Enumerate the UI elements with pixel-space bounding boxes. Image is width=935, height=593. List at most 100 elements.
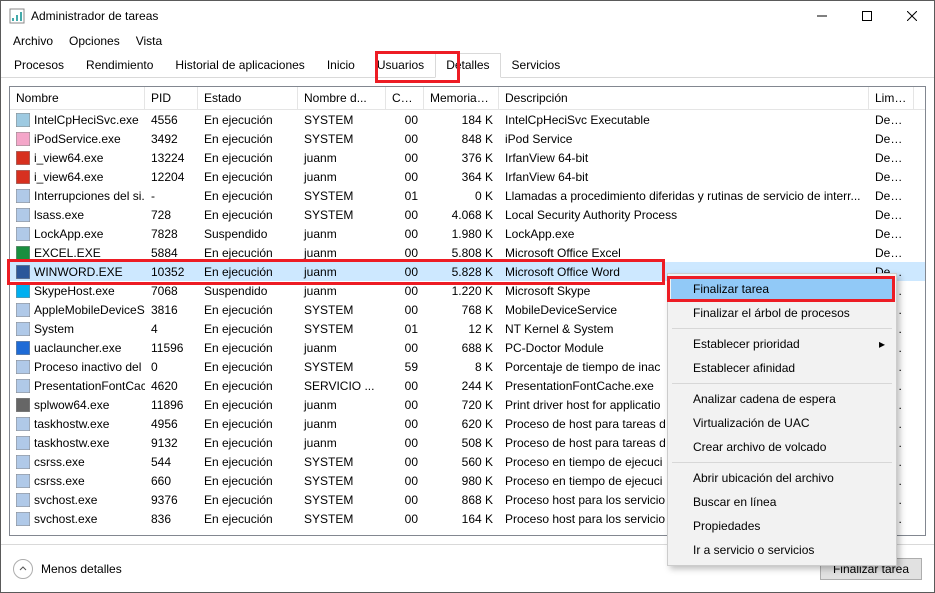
context-menu: Finalizar tareaFinalizar el árbol de pro… — [667, 273, 897, 566]
cell-pid: 11896 — [145, 397, 198, 413]
window-title: Administrador de tareas — [31, 9, 158, 23]
cell-mem: 720 K — [424, 397, 499, 413]
cell-state: En ejecución — [198, 131, 298, 147]
context-menu-item[interactable]: Analizar cadena de espera — [671, 387, 893, 411]
cell-state: En ejecución — [198, 340, 298, 356]
cell-pid: 10352 — [145, 264, 198, 280]
cell-mem: 4.068 K — [424, 207, 499, 223]
cell-pid: 7828 — [145, 226, 198, 242]
cell-name: System — [10, 321, 145, 337]
tab-usuarios[interactable]: Usuarios — [366, 53, 435, 77]
table-row[interactable]: i_view64.exe12204En ejecuciónjuanm00364 … — [10, 167, 925, 186]
cell-mem: 848 K — [424, 131, 499, 147]
cell-mem: 244 K — [424, 378, 499, 394]
cell-cpu: 00 — [386, 511, 424, 527]
table-row[interactable]: iPodService.exe3492En ejecuciónSYSTEM008… — [10, 129, 925, 148]
cell-cpu: 00 — [386, 226, 424, 242]
col-descripcion[interactable]: Descripción — [499, 87, 869, 109]
col-usuario[interactable]: Nombre d... — [298, 87, 386, 109]
maximize-button[interactable] — [844, 1, 889, 31]
context-menu-item[interactable]: Establecer afinidad — [671, 356, 893, 380]
tab-servicios[interactable]: Servicios — [501, 53, 572, 77]
cell-state: En ejecución — [198, 378, 298, 394]
cell-cpu: 00 — [386, 492, 424, 508]
menu-archivo[interactable]: Archivo — [5, 32, 61, 50]
cell-pid: 7068 — [145, 283, 198, 299]
cell-mem: 620 K — [424, 416, 499, 432]
fewer-details[interactable]: Menos detalles — [13, 559, 122, 579]
table-row[interactable]: IntelCpHeciSvc.exe4556En ejecuciónSYSTEM… — [10, 110, 925, 129]
cell-lim: Deshabi — [869, 131, 914, 147]
context-menu-item[interactable]: Buscar en línea — [671, 490, 893, 514]
col-limitacion[interactable]: Limitaci — [869, 87, 914, 109]
tabbar: Procesos Rendimiento Historial de aplica… — [1, 53, 934, 78]
cell-mem: 980 K — [424, 473, 499, 489]
cell-desc: Local Security Authority Process — [499, 207, 869, 223]
minimize-button[interactable] — [799, 1, 844, 31]
cell-pid: 4 — [145, 321, 198, 337]
tab-rendimiento[interactable]: Rendimiento — [75, 53, 164, 77]
cell-pid: 728 — [145, 207, 198, 223]
menubar: Archivo Opciones Vista — [1, 31, 934, 51]
cell-state: En ejecución — [198, 264, 298, 280]
cell-state: En ejecución — [198, 112, 298, 128]
cell-pid: 3492 — [145, 131, 198, 147]
cell-state: En ejecución — [198, 473, 298, 489]
tab-detalles[interactable]: Detalles — [435, 53, 500, 78]
column-headers: Nombre PID Estado Nombre d... CPU Memori… — [10, 87, 925, 110]
cell-name: WINWORD.EXE — [10, 264, 145, 280]
menu-vista[interactable]: Vista — [128, 32, 170, 50]
context-menu-item[interactable]: Propiedades — [671, 514, 893, 538]
col-estado[interactable]: Estado — [198, 87, 298, 109]
cell-pid: 544 — [145, 454, 198, 470]
cell-user: SYSTEM — [298, 511, 386, 527]
cell-desc: LockApp.exe — [499, 226, 869, 242]
context-menu-item[interactable]: Establecer prioridad▸ — [671, 332, 893, 356]
tab-historial[interactable]: Historial de aplicaciones — [164, 53, 315, 77]
table-row[interactable]: Interrupciones del si...-En ejecuciónSYS… — [10, 186, 925, 205]
cell-user: juanm — [298, 435, 386, 451]
table-row[interactable]: EXCEL.EXE5884En ejecuciónjuanm005.808 KM… — [10, 243, 925, 262]
cell-state: En ejecución — [198, 207, 298, 223]
tab-procesos[interactable]: Procesos — [3, 53, 75, 77]
tab-inicio[interactable]: Inicio — [316, 53, 366, 77]
col-nombre[interactable]: Nombre — [10, 87, 145, 109]
cell-lim: Deshabi — [869, 226, 914, 242]
cell-mem: 560 K — [424, 454, 499, 470]
col-memoria[interactable]: Memoria (... — [424, 87, 499, 109]
cell-mem: 508 K — [424, 435, 499, 451]
cell-state: En ejecución — [198, 397, 298, 413]
cell-state: Suspendido — [198, 283, 298, 299]
context-menu-item[interactable]: Crear archivo de volcado — [671, 435, 893, 459]
col-cpu[interactable]: CPU — [386, 87, 424, 109]
cell-name: EXCEL.EXE — [10, 245, 145, 261]
cell-mem: 364 K — [424, 169, 499, 185]
close-button[interactable] — [889, 1, 934, 31]
context-menu-item[interactable]: Abrir ubicación del archivo — [671, 466, 893, 490]
table-row[interactable]: lsass.exe728En ejecuciónSYSTEM004.068 KL… — [10, 205, 925, 224]
cell-pid: 4620 — [145, 378, 198, 394]
cell-name: AppleMobileDeviceS... — [10, 302, 145, 318]
cell-mem: 768 K — [424, 302, 499, 318]
cell-mem: 1.980 K — [424, 226, 499, 242]
cell-state: En ejecución — [198, 169, 298, 185]
cell-cpu: 00 — [386, 435, 424, 451]
cell-cpu: 00 — [386, 302, 424, 318]
cell-mem: 0 K — [424, 188, 499, 204]
context-menu-item[interactable]: Finalizar tarea — [671, 277, 893, 301]
menu-opciones[interactable]: Opciones — [61, 32, 128, 50]
cell-pid: 4956 — [145, 416, 198, 432]
context-menu-item[interactable]: Ir a servicio o servicios — [671, 538, 893, 562]
cell-user: SYSTEM — [298, 112, 386, 128]
context-menu-item[interactable]: Virtualización de UAC — [671, 411, 893, 435]
cell-cpu: 00 — [386, 454, 424, 470]
table-row[interactable]: i_view64.exe13224En ejecuciónjuanm00376 … — [10, 148, 925, 167]
cell-user: SERVICIO ... — [298, 378, 386, 394]
cell-pid: 9376 — [145, 492, 198, 508]
table-row[interactable]: LockApp.exe7828Suspendidojuanm001.980 KL… — [10, 224, 925, 243]
cell-pid: - — [145, 188, 198, 204]
cell-pid: 5884 — [145, 245, 198, 261]
cell-name: SkypeHost.exe — [10, 283, 145, 299]
context-menu-item[interactable]: Finalizar el árbol de procesos — [671, 301, 893, 325]
col-pid[interactable]: PID — [145, 87, 198, 109]
